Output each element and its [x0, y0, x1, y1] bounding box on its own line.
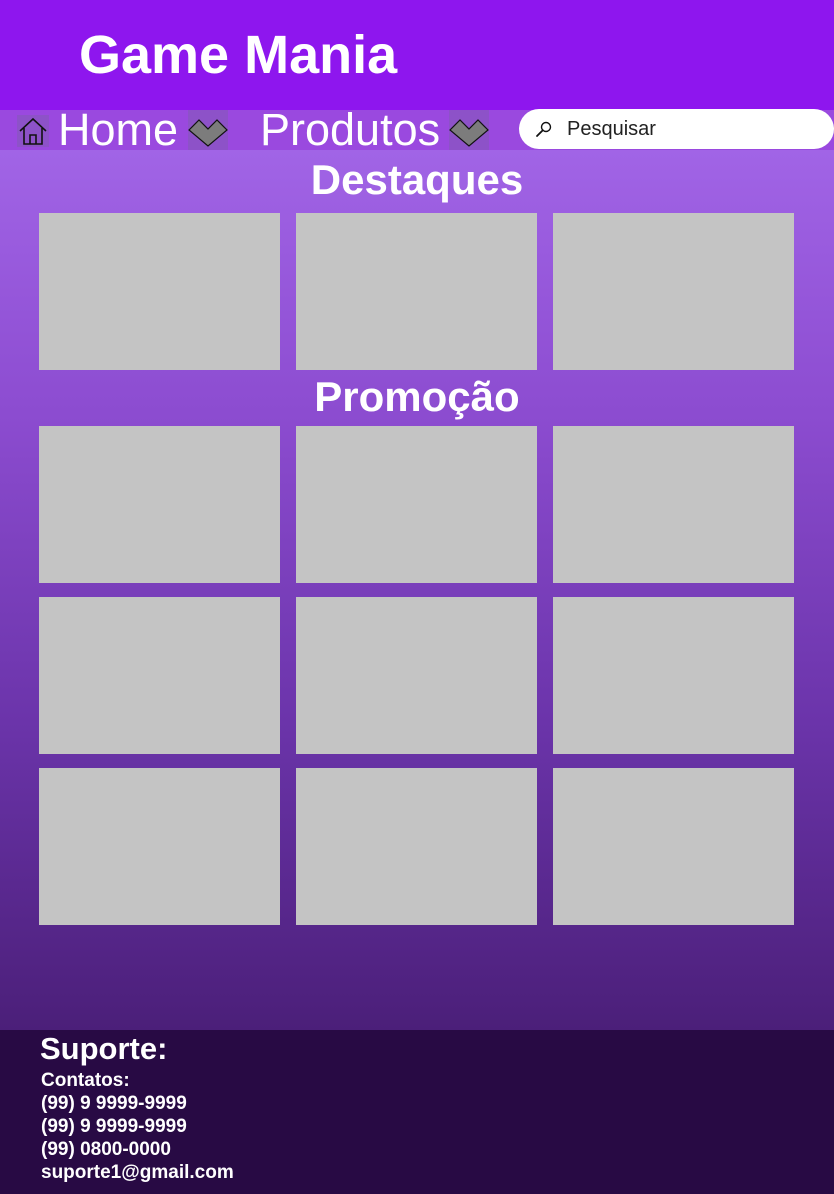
promocao-card[interactable] — [296, 597, 537, 754]
promocao-card[interactable] — [553, 597, 794, 754]
destaque-card[interactable] — [296, 213, 537, 370]
site-title[interactable]: Game Mania — [79, 22, 397, 88]
promocao-card[interactable] — [39, 768, 280, 925]
footer-phone-3: (99) 0800-0000 — [41, 1139, 171, 1160]
footer-title: Suporte: — [40, 1031, 168, 1066]
search-input[interactable] — [567, 115, 822, 143]
footer-phone-2: (99) 9 9999-9999 — [41, 1116, 187, 1137]
promocao-title: Promoção — [314, 373, 520, 420]
promocao-card[interactable] — [553, 768, 794, 925]
footer-email[interactable]: suporte1@gmail.com — [41, 1161, 234, 1184]
promocao-card[interactable] — [39, 426, 280, 583]
footer-phone-1: (99) 9 9999-9999 — [41, 1093, 187, 1114]
produtos-dropdown-chevron-down-icon[interactable] — [449, 110, 489, 150]
destaque-card[interactable] — [553, 213, 794, 370]
search-icon[interactable] — [535, 120, 553, 138]
promocao-card[interactable] — [296, 768, 537, 925]
footer-contacts-label: Contatos: — [41, 1070, 130, 1091]
home-icon[interactable] — [17, 115, 49, 147]
destaques-title: Destaques — [310, 156, 524, 203]
promocao-card[interactable] — [39, 597, 280, 754]
nav-home-link[interactable]: Home — [58, 107, 178, 152]
nav-produtos-link[interactable]: Produtos — [260, 107, 440, 152]
home-dropdown-chevron-down-icon[interactable] — [188, 110, 228, 150]
promocao-card[interactable] — [553, 426, 794, 583]
destaque-card[interactable] — [39, 213, 280, 370]
search-box[interactable] — [519, 109, 834, 149]
promocao-card[interactable] — [296, 426, 537, 583]
